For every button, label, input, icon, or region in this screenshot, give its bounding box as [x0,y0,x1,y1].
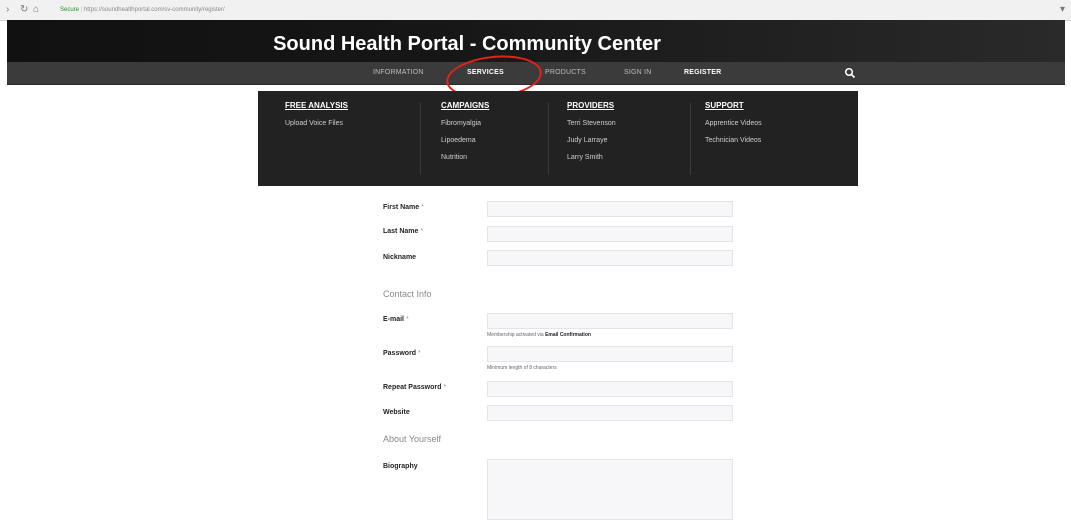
menu-column-providers: Providers Terri Stevenson Judy Larraye L… [567,100,616,169]
website-input[interactable] [487,405,733,421]
services-dropdown: Free Analysis Upload Voice Files Campaig… [258,91,858,186]
menu-link[interactable]: Technician Videos [705,135,762,146]
nickname-label: Nickname [383,254,417,261]
nickname-input[interactable] [487,250,733,266]
search-icon[interactable] [844,67,856,79]
forward-icon[interactable]: › [6,4,9,16]
last-name-input[interactable] [487,226,733,242]
email-label: E-mail * [383,316,409,323]
menu-heading[interactable]: Free Analysis [285,100,348,112]
menu-link[interactable]: Judy Larraye [567,135,616,146]
nav-products[interactable]: Products [545,68,586,78]
about-yourself-heading: About Yourself [383,434,442,444]
menu-column-free-analysis: Free Analysis Upload Voice Files [285,100,348,135]
menu-heading[interactable]: Providers [567,100,616,112]
nav-register[interactable]: Register [684,68,721,78]
url-text: https://soundhealthportal.com/sv-communi… [83,7,225,13]
last-name-label: Last Name * [383,228,424,235]
first-name-label: First Name * [383,204,424,211]
menu-link[interactable]: Fibromyalgia [441,118,489,129]
menu-link[interactable]: Lipoedema [441,135,489,146]
menu-link[interactable]: Upload Voice Files [285,118,348,129]
menu-heading[interactable]: Support [705,100,762,112]
menu-column-support: Support Apprentice Videos Technician Vid… [705,100,762,152]
menu-heading[interactable]: Campaigns [441,100,489,112]
password-hint: Minimum length of 8 characters [487,365,557,371]
menu-divider [548,103,549,175]
menu-link[interactable]: Terri Stevenson [567,118,616,129]
menu-divider [690,103,691,175]
menu-column-campaigns: Campaigns Fibromyalgia Lipoedema Nutriti… [441,100,489,169]
password-input[interactable] [487,346,733,362]
biography-label: Biography [383,463,418,470]
menu-link[interactable]: Apprentice Videos [705,118,762,129]
nav-information[interactable]: Information [373,68,424,78]
address-bar[interactable]: Secure | https://soundhealthportal.com/s… [60,4,960,16]
first-name-input[interactable] [487,201,733,217]
browser-toolbar: › ↻ ⌂ Secure | https://soundhealthportal… [0,0,1071,21]
email-hint: Membership activated via Email Confirmat… [487,332,591,338]
email-input[interactable] [487,313,733,329]
nav-sign-in[interactable]: Sign In [624,68,651,78]
home-icon[interactable]: ⌂ [33,4,39,16]
repeat-password-label: Repeat Password * [383,384,447,391]
menu-divider [420,103,421,175]
website-label: Website [383,409,410,416]
password-label: Password * [383,350,421,357]
reload-icon[interactable]: ↻ [20,4,28,16]
menu-chevron-icon[interactable]: ▾ [1060,4,1065,16]
contact-info-heading: Contact Info [383,289,432,299]
site-title[interactable]: Sound Health Portal - Community Center [7,32,927,56]
menu-link[interactable]: Nutrition [441,152,489,163]
menu-link[interactable]: Larry Smith [567,152,616,163]
biography-textarea[interactable] [487,459,733,520]
secure-label: Secure [60,7,80,13]
site-header: Sound Health Portal - Community Center [7,20,1065,62]
repeat-password-input[interactable] [487,381,733,397]
